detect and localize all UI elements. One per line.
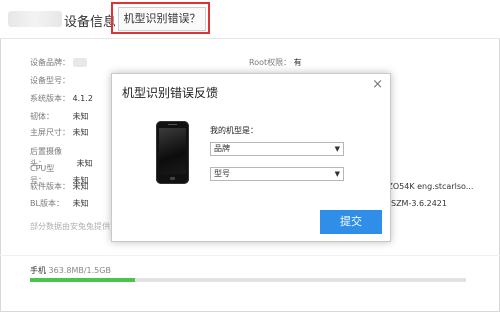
model-select[interactable]: 型号 ▼: [210, 167, 344, 181]
bl-label: BL版本：: [30, 199, 64, 208]
submit-button[interactable]: 提交: [320, 210, 382, 234]
brand-select-value: 品牌: [214, 144, 230, 153]
feedback-dialog: 机型识别错误反馈 × 我的机型是： 品牌 ▼ 型号 ▼ 提交: [111, 73, 391, 242]
dialog-title: 机型识别错误反馈: [122, 86, 219, 100]
storage-progress-bar: [30, 278, 466, 282]
highlight-box: [111, 2, 210, 34]
root-row: Root权限： 有: [249, 57, 302, 69]
storage-value: 363.8MB/1.5GB: [48, 266, 111, 275]
close-icon[interactable]: ×: [372, 77, 383, 92]
phone-home-button: [170, 177, 175, 180]
dropdown-arrow-icon: ▼: [334, 145, 340, 153]
brand-select[interactable]: 品牌 ▼: [210, 142, 344, 156]
partial-data-note: 部分数据由安兔兔提供: [30, 222, 110, 231]
phone-image: [156, 121, 189, 184]
model-label: 设备型号：: [30, 76, 70, 85]
model-select-value: 型号: [214, 169, 230, 178]
info-row-camera: 后置摄像头： 未知: [30, 146, 93, 168]
divider: [0, 255, 500, 256]
baseband-label: 韧体：: [30, 112, 54, 121]
system-value: 4.1.2: [72, 94, 93, 103]
model-question: 我的机型是：: [210, 126, 258, 135]
info-row-software: 软件版本： 未知: [30, 181, 89, 193]
info-row-system: 系统版本： 4.1.2: [30, 93, 93, 105]
page-title: 设备信息: [64, 15, 117, 30]
bl-value: 未知: [72, 199, 89, 208]
screen-label: 主屏尺寸：: [30, 128, 70, 137]
storage-label: 手机 363.8MB/1.5GB: [30, 265, 111, 276]
info-row-cpu: CPU型号： 未知: [30, 163, 89, 185]
storage-name: 手机: [30, 266, 46, 275]
header: 设备信息 机型识别错误？: [0, 0, 500, 39]
phone-screen: [159, 128, 186, 174]
screen-value: 未知: [72, 128, 89, 137]
brand-label: 设备品牌：: [30, 58, 70, 67]
info-row-baseband: 韧体： 未知: [30, 111, 89, 123]
info-row-screen: 主屏尺寸： 未知: [30, 127, 89, 139]
root-value: 有: [293, 58, 302, 67]
software-label: 软件版本：: [30, 182, 70, 191]
blurred-device-name: [8, 11, 62, 27]
software-value: 未知: [72, 182, 89, 191]
baseband-value: 未知: [72, 112, 89, 121]
storage-progress-fill: [30, 278, 135, 282]
blurred-brand: [72, 58, 87, 67]
root-label: Root权限：: [249, 58, 292, 67]
kernel-value: NSZM-3.6.2421: [385, 199, 447, 208]
phone-speaker: [168, 124, 177, 125]
dropdown-arrow-icon: ▼: [334, 170, 340, 178]
build-value: JZO54K eng.stcarlso...: [385, 182, 474, 191]
system-label: 系统版本：: [30, 94, 70, 103]
info-row-bl: BL版本： 未知: [30, 198, 89, 210]
info-row-brand: 设备品牌：: [30, 57, 87, 69]
